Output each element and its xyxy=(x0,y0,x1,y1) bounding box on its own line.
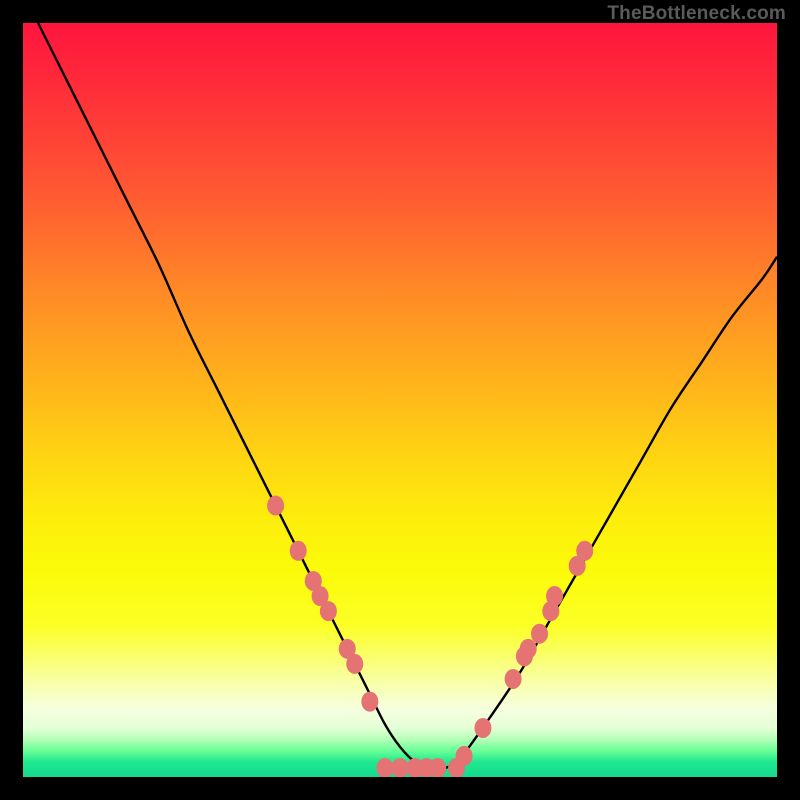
watermark-text: TheBottleneck.com xyxy=(607,3,786,25)
chart-svg xyxy=(23,23,777,777)
data-marker xyxy=(576,541,593,561)
data-marker xyxy=(392,758,409,777)
data-marker xyxy=(267,496,284,516)
data-marker xyxy=(376,758,393,777)
data-marker xyxy=(361,692,378,712)
data-markers xyxy=(267,496,593,777)
plot-area xyxy=(23,23,777,777)
data-marker xyxy=(320,601,337,621)
data-marker xyxy=(505,669,522,689)
data-marker xyxy=(520,639,537,659)
data-marker xyxy=(531,624,548,644)
curve-line xyxy=(38,23,777,769)
bottleneck-curve xyxy=(38,23,777,769)
data-marker xyxy=(474,718,491,738)
data-marker xyxy=(346,654,363,674)
data-marker xyxy=(546,586,563,606)
data-marker xyxy=(290,541,307,561)
data-marker xyxy=(456,746,473,766)
